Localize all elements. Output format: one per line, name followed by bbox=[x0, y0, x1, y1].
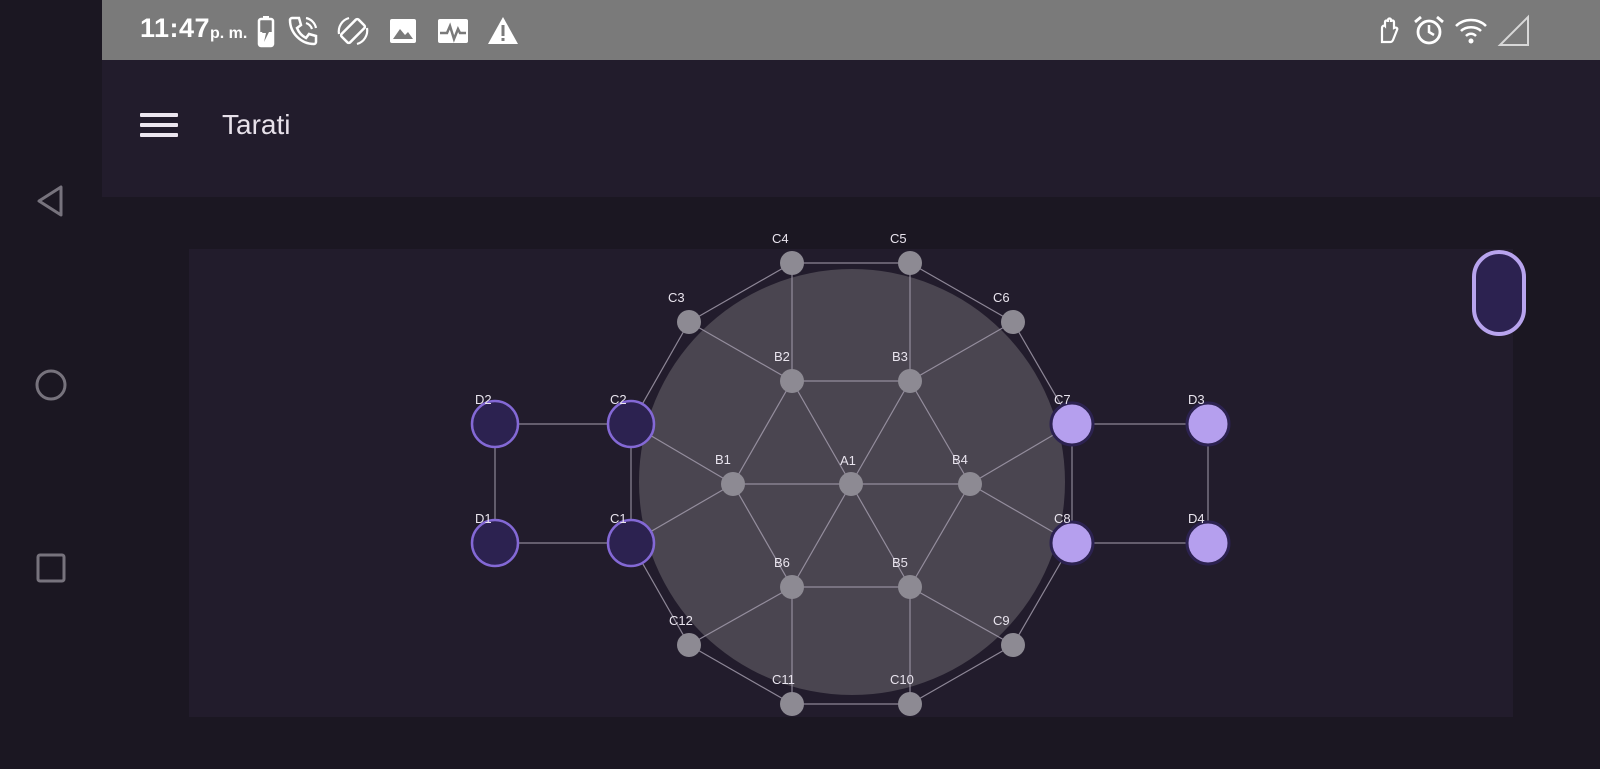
dark-piece-c2[interactable] bbox=[606, 399, 656, 449]
light-piece-d4[interactable] bbox=[1185, 520, 1231, 566]
board-node-c3[interactable] bbox=[677, 310, 701, 334]
node-label-c10: C10 bbox=[890, 672, 914, 687]
board-node-b3[interactable] bbox=[898, 369, 922, 393]
board-node-c10[interactable] bbox=[898, 692, 922, 716]
node-label-b3: B3 bbox=[892, 349, 908, 364]
dark-piece-d1[interactable] bbox=[470, 518, 520, 568]
node-label-b6: B6 bbox=[774, 555, 790, 570]
node-label-b2: B2 bbox=[774, 349, 790, 364]
dark-piece-d2[interactable] bbox=[470, 399, 520, 449]
node-label-b4: B4 bbox=[952, 452, 968, 467]
board-node-b1[interactable] bbox=[721, 472, 745, 496]
board-node-b4[interactable] bbox=[958, 472, 982, 496]
node-label-c8: C8 bbox=[1054, 511, 1071, 526]
light-piece-c8[interactable] bbox=[1049, 520, 1095, 566]
light-piece-c7[interactable] bbox=[1049, 401, 1095, 447]
node-label-c5: C5 bbox=[890, 231, 907, 246]
node-label-c2: C2 bbox=[610, 392, 627, 407]
node-label-c6: C6 bbox=[993, 290, 1010, 305]
board-node-c4[interactable] bbox=[780, 251, 804, 275]
node-label-d3: D3 bbox=[1188, 392, 1205, 407]
node-label-a1: A1 bbox=[840, 453, 856, 468]
node-label-c12: C12 bbox=[669, 613, 693, 628]
dark-piece-c1[interactable] bbox=[606, 518, 656, 568]
board-node-c12[interactable] bbox=[677, 633, 701, 657]
game-board: A1 B1 B2 B3 B4 B5 B6 C1 C2 C3 C4 C5 C6 C7 C8 C9 C10 C11 C1… bbox=[470, 231, 1231, 716]
node-label-c11: C11 bbox=[772, 672, 795, 687]
node-label-d2: D2 bbox=[475, 392, 492, 407]
node-label-c3: C3 bbox=[668, 290, 685, 305]
board-node-c5[interactable] bbox=[898, 251, 922, 275]
node-label-d4: D4 bbox=[1188, 511, 1205, 526]
board-node-b6[interactable] bbox=[780, 575, 804, 599]
board-node-c6[interactable] bbox=[1001, 310, 1025, 334]
node-label-c9: C9 bbox=[993, 613, 1010, 628]
node-label-b1: B1 bbox=[715, 452, 731, 467]
node-label-c1: C1 bbox=[610, 511, 627, 526]
node-label-c4: C4 bbox=[772, 231, 789, 246]
pill-toggle-icon[interactable] bbox=[1472, 250, 1526, 336]
node-label-b5: B5 bbox=[892, 555, 908, 570]
board-node-b5[interactable] bbox=[898, 575, 922, 599]
node-label-c7: C7 bbox=[1054, 392, 1071, 407]
board-node-c11[interactable] bbox=[780, 692, 804, 716]
light-piece-d3[interactable] bbox=[1185, 401, 1231, 447]
board-node-a1[interactable] bbox=[839, 472, 863, 496]
node-label-d1: D1 bbox=[475, 511, 492, 526]
board-node-c9[interactable] bbox=[1001, 633, 1025, 657]
board-node-b2[interactable] bbox=[780, 369, 804, 393]
